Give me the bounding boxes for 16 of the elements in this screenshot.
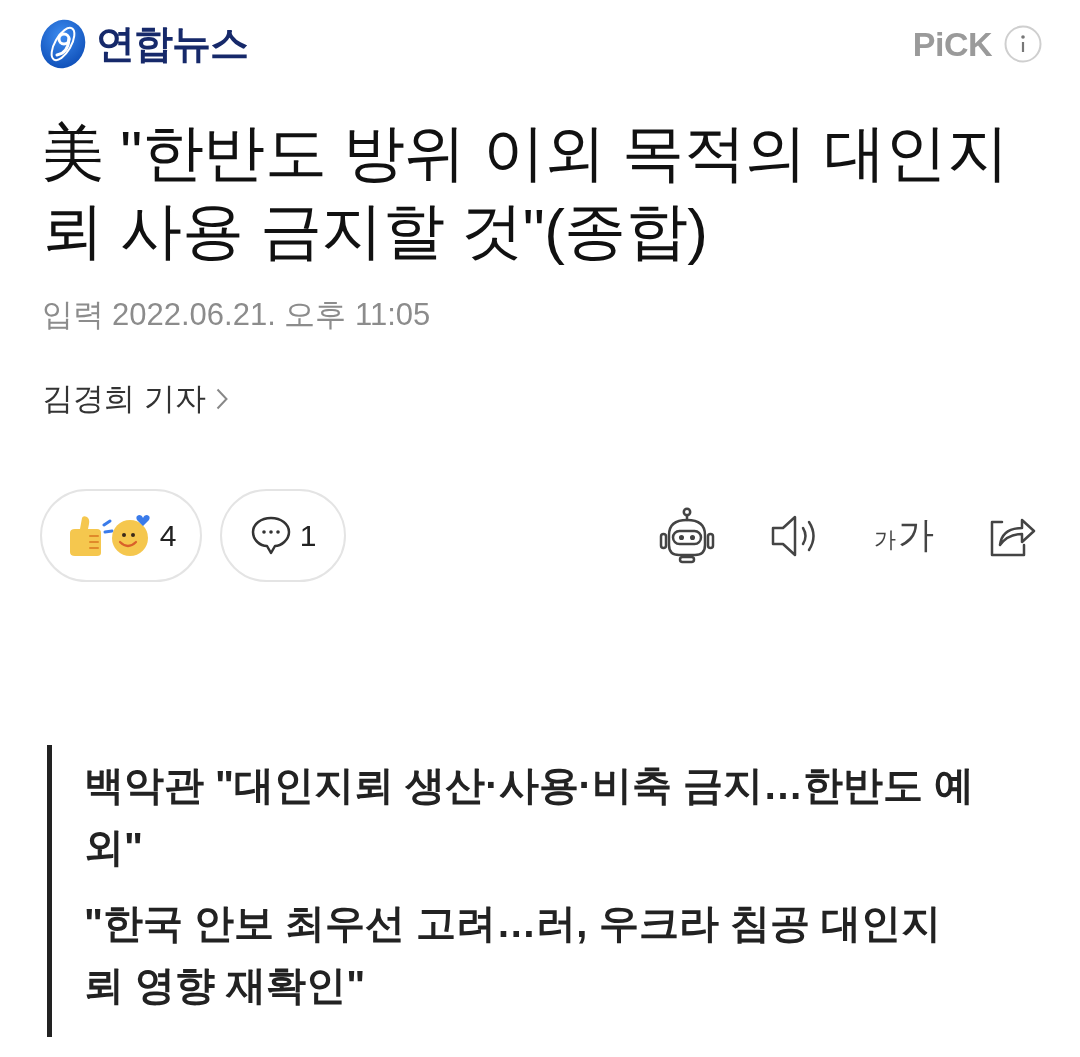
comment-button[interactable]: 1 — [220, 489, 346, 582]
article-title: 美 "한반도 방위 이외 목적의 대인지뢰 사용 금지할 것"(종합) — [42, 117, 1010, 267]
smiley-icon — [101, 513, 152, 558]
date-label: 입력 — [42, 296, 104, 334]
logo-icon[interactable] — [38, 19, 88, 69]
summary-text: "한국 안보 최우선 고려…러, 우크라 침공 대인지뢰 영향 재확인" — [84, 900, 942, 1009]
robot-icon[interactable] — [658, 506, 716, 565]
speech-bubble-icon — [249, 514, 292, 557]
summary-text: 백악관 "대인지뢰 생산·사용·비축 금지…한반도 예외" — [84, 762, 976, 871]
pick-label: PiCK — [912, 24, 992, 64]
date-text: 2022.06.21. 오후 11:05 — [112, 296, 431, 334]
reporter-link[interactable]: 김경희 기자 — [42, 379, 228, 419]
reaction-button[interactable]: 4 — [40, 489, 202, 582]
chevron-right-icon — [215, 388, 228, 410]
logo-text[interactable]: 연합뉴스 — [96, 19, 248, 69]
font-size-button[interactable]: 가가 — [874, 511, 934, 560]
